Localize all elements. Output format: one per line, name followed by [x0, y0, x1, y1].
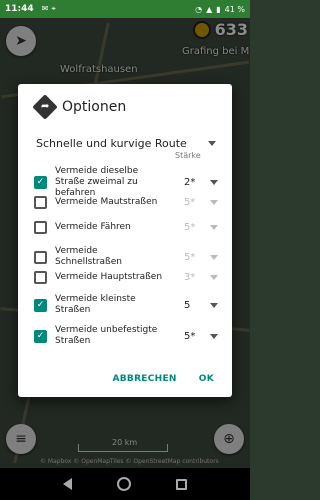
- status-time: 11:44: [5, 4, 34, 14]
- back-icon[interactable]: [62, 478, 72, 490]
- strength-value[interactable]: 5*: [184, 222, 206, 233]
- strength-dropdown-icon[interactable]: [210, 254, 218, 260]
- strength-column-header: Stärke: [175, 151, 201, 160]
- checkbox[interactable]: [34, 250, 47, 264]
- strength-dropdown-icon[interactable]: [210, 275, 218, 280]
- option-row-unpaved-roads[interactable]: ✓ Vermeide unbefestigte Straßen 5*: [34, 325, 218, 347]
- option-row-ferries[interactable]: Vermeide Fähren 5*: [34, 221, 218, 234]
- system-nav-bar: [0, 468, 250, 500]
- strength-dropdown-icon[interactable]: [210, 200, 218, 205]
- dialog-title: Optionen: [62, 99, 127, 115]
- strength-value[interactable]: 5*: [184, 331, 206, 342]
- option-row-same-road[interactable]: ✓ Vermeide dieselbe Straße zweimal zu be…: [34, 166, 218, 199]
- dropdown-caret-icon: [208, 140, 216, 146]
- checkbox[interactable]: ✓: [34, 176, 47, 189]
- option-row-toll[interactable]: Vermeide Mautstraßen 5*: [34, 196, 218, 209]
- route-type-value: Schnelle und kurvige Route: [36, 136, 187, 150]
- checkbox[interactable]: [34, 221, 47, 234]
- route-type-select[interactable]: Schnelle und kurvige Route: [36, 133, 216, 153]
- strength-value[interactable]: 5*: [184, 197, 206, 208]
- strength-dropdown-icon[interactable]: [210, 302, 218, 308]
- notification-icon: ✉: [41, 4, 49, 13]
- strength-value[interactable]: 3*: [184, 272, 206, 283]
- option-label: Vermeide unbefestigte Straßen: [55, 325, 158, 346]
- option-label: Vermeide Schnellstraßen: [55, 246, 122, 267]
- strength-dropdown-icon[interactable]: [210, 180, 218, 185]
- location-icon: ⌖: [51, 4, 56, 13]
- option-label: Vermeide Fähren: [55, 222, 131, 232]
- home-icon[interactable]: [116, 477, 131, 491]
- directions-icon: ➦: [32, 94, 58, 120]
- battery-icon: ▮: [216, 4, 221, 14]
- strength-value[interactable]: 5*: [184, 252, 206, 263]
- strength-value[interactable]: 2*: [184, 177, 206, 188]
- signal-icon: ▲: [206, 4, 213, 14]
- option-label: Vermeide Hauptstraßen: [55, 272, 163, 282]
- strength-dropdown-icon[interactable]: [210, 225, 218, 230]
- wifi-icon: ◔: [195, 4, 203, 14]
- recent-apps-icon[interactable]: [176, 478, 188, 490]
- option-row-main-roads[interactable]: Vermeide Hauptstraßen 3*: [34, 271, 218, 284]
- checkbox[interactable]: [34, 196, 47, 209]
- checkbox[interactable]: ✓: [34, 298, 47, 312]
- options-dialog: ➦ Optionen Schnelle und kurvige Route St…: [18, 84, 232, 397]
- option-row-highways[interactable]: Vermeide Schnellstraßen 5*: [34, 246, 218, 268]
- option-row-smallest-roads[interactable]: ✓ Vermeide kleinste Straßen 5: [34, 294, 218, 316]
- dialog-actions: ABBRECHEN OK: [112, 374, 214, 384]
- battery-level: 41 %: [224, 4, 245, 14]
- checkbox[interactable]: [34, 271, 47, 284]
- option-label: Vermeide dieselbe Straße zweimal zu befa…: [55, 166, 139, 198]
- strength-value[interactable]: 5: [184, 300, 206, 311]
- status-bar: 11:44 ✉ ⌖ ◔ ▲ ▮ 41 %: [0, 0, 250, 18]
- cancel-button[interactable]: ABBRECHEN: [112, 374, 176, 384]
- option-label: Vermeide kleinste Straßen: [55, 294, 136, 315]
- strength-dropdown-icon[interactable]: [210, 333, 218, 339]
- ok-button[interactable]: OK: [199, 374, 214, 384]
- option-label: Vermeide Mautstraßen: [55, 197, 158, 207]
- dialog-header: ➦ Optionen: [32, 94, 127, 120]
- checkbox[interactable]: ✓: [34, 329, 47, 343]
